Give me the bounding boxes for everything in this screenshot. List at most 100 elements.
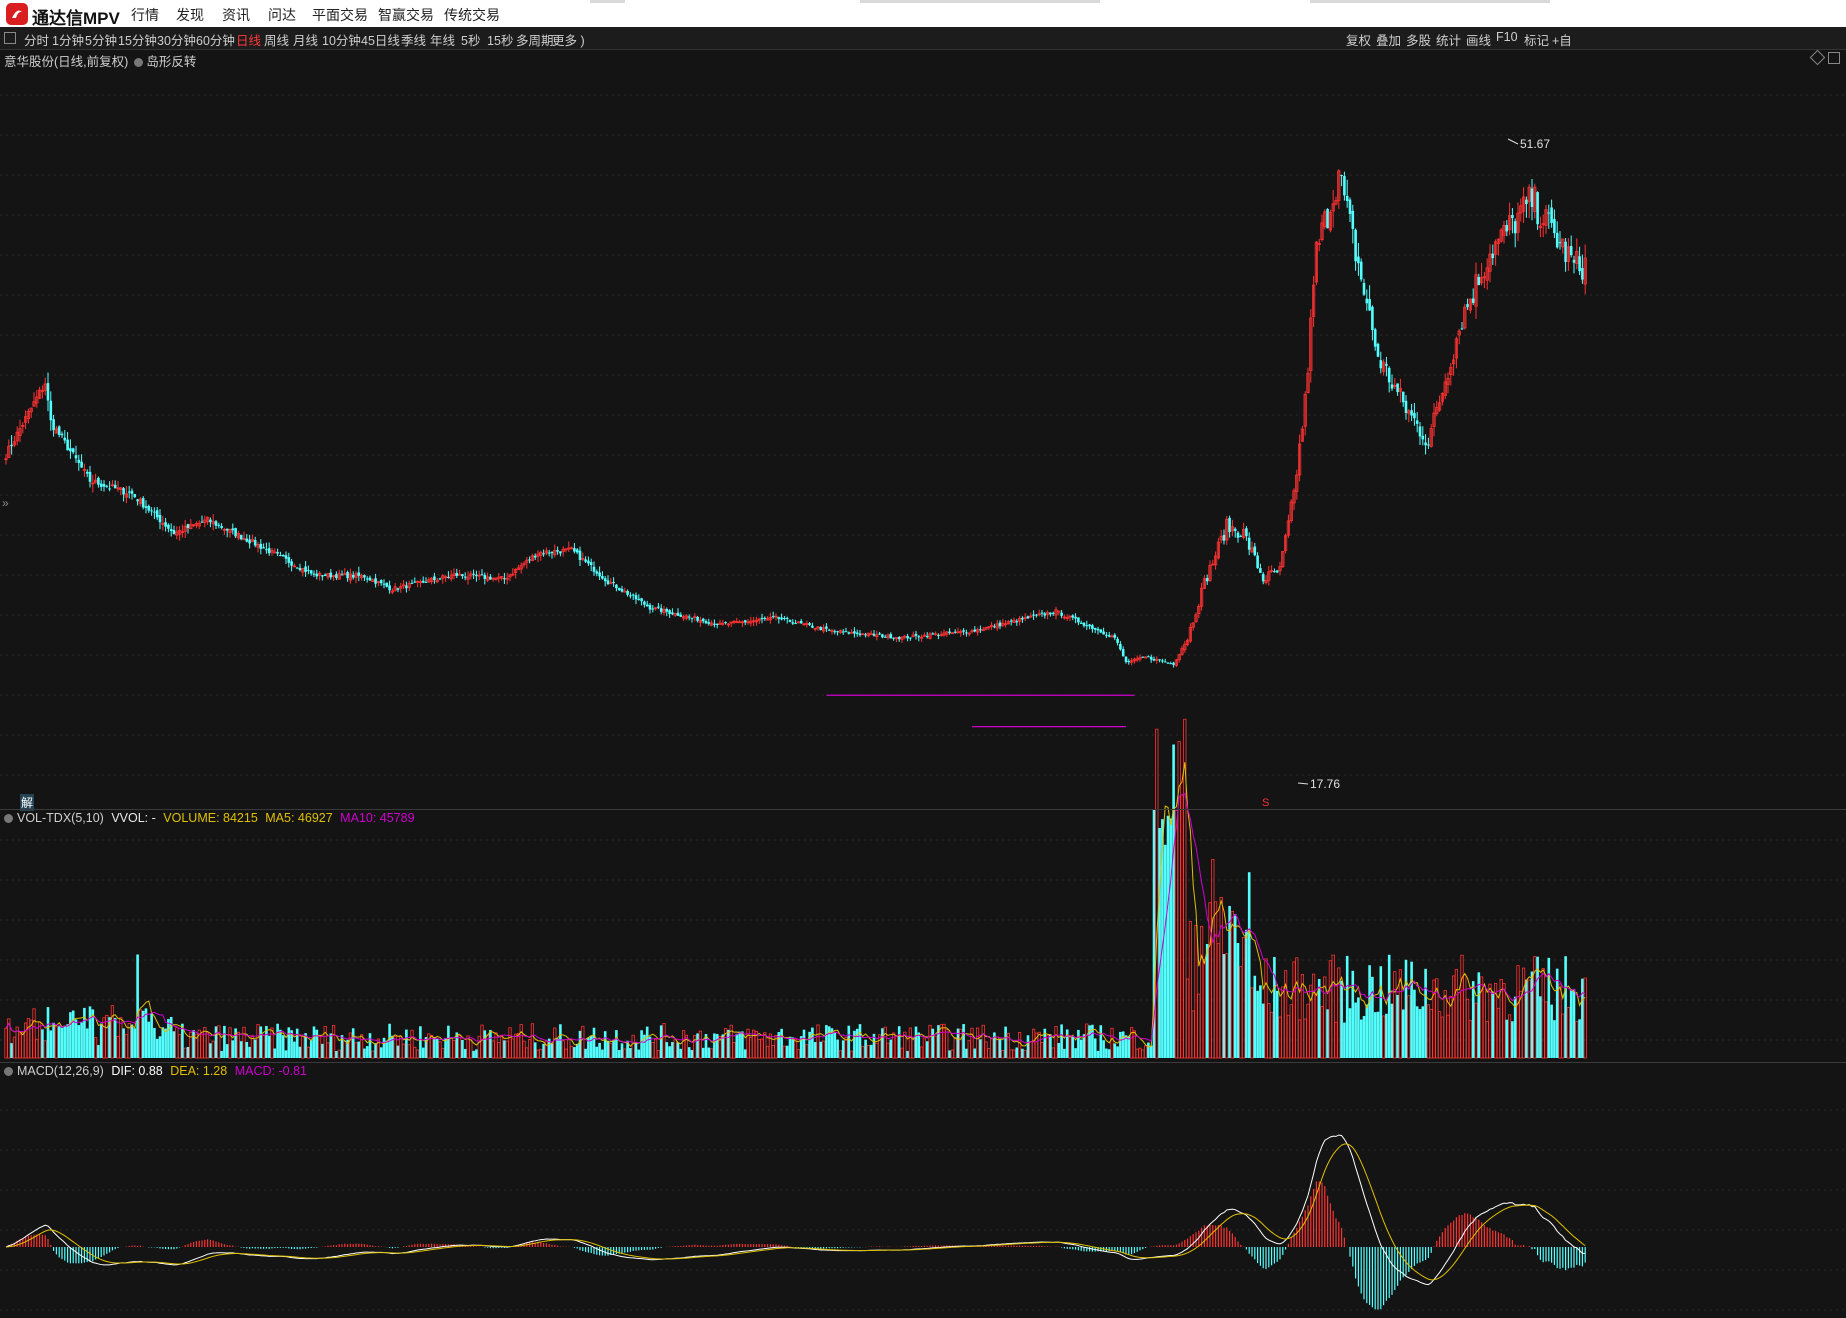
volume-bar bbox=[231, 1040, 235, 1058]
candle-body bbox=[321, 575, 324, 577]
volume-bar bbox=[1511, 1021, 1514, 1058]
volume-bar bbox=[673, 1039, 677, 1059]
vol-indicator-name[interactable]: VOL-TDX(5,10) bbox=[17, 811, 104, 825]
candle-body bbox=[421, 580, 425, 583]
volume-bar bbox=[1289, 1004, 1293, 1059]
volume-bar bbox=[514, 1033, 518, 1059]
candle-body bbox=[1233, 528, 1237, 531]
volume-bar bbox=[710, 1048, 714, 1059]
volume-bar bbox=[850, 1050, 854, 1059]
volume-bar bbox=[1452, 975, 1456, 1059]
volume-bar bbox=[253, 1039, 257, 1058]
volume-bar bbox=[1348, 1008, 1352, 1058]
volume-bar bbox=[23, 1022, 28, 1059]
candle-body bbox=[1581, 268, 1584, 280]
volume-bar bbox=[94, 1037, 98, 1059]
candle-body bbox=[209, 519, 212, 523]
candle-body bbox=[917, 636, 921, 638]
volume-bar bbox=[573, 1047, 576, 1058]
candle-body bbox=[1071, 615, 1075, 618]
candle-body bbox=[130, 490, 134, 494]
volume-bar bbox=[321, 1043, 324, 1058]
volume-bar bbox=[788, 1036, 792, 1058]
candle-body bbox=[931, 633, 935, 635]
volume-bar bbox=[917, 1032, 921, 1058]
volume-bar bbox=[144, 1008, 148, 1058]
candle-body bbox=[1555, 232, 1559, 248]
volume-bar bbox=[331, 1025, 336, 1059]
volume-bar bbox=[441, 1047, 445, 1059]
volume-bar bbox=[1149, 1045, 1153, 1058]
volume-bar bbox=[312, 1026, 316, 1058]
vol-ma5: MA5: 46927 bbox=[265, 811, 333, 825]
volume-bar bbox=[351, 1028, 355, 1058]
volume-bar bbox=[284, 1050, 288, 1058]
window-icon[interactable] bbox=[1828, 52, 1840, 64]
volume-bar bbox=[1093, 1038, 1097, 1058]
volume-bar bbox=[1141, 1049, 1145, 1059]
volume-bar bbox=[147, 1021, 151, 1058]
volume-bar bbox=[945, 1029, 949, 1059]
chart-canvas[interactable] bbox=[0, 0, 1846, 1318]
volume-bar bbox=[1273, 957, 1276, 1058]
volume-bar bbox=[707, 1047, 711, 1058]
candle-body bbox=[1261, 574, 1265, 582]
volume-bar bbox=[1340, 980, 1343, 1058]
volume-bar bbox=[1054, 1026, 1058, 1059]
candle-body bbox=[1172, 662, 1175, 665]
volume-bar bbox=[122, 1028, 125, 1058]
candle-body bbox=[1345, 195, 1349, 201]
volume-bar bbox=[1482, 986, 1486, 1059]
macd-legend-toggle-icon[interactable] bbox=[4, 1067, 13, 1076]
volume-bar bbox=[519, 1024, 523, 1059]
candle-body bbox=[1239, 535, 1243, 537]
candle-body bbox=[528, 559, 531, 561]
volume-bar bbox=[522, 1040, 526, 1059]
candle-body bbox=[1222, 534, 1226, 541]
candle-body bbox=[897, 636, 901, 640]
volume-bar bbox=[1236, 942, 1240, 1058]
candle-body bbox=[1236, 532, 1240, 538]
volume-bar bbox=[200, 1033, 204, 1059]
volume-bar bbox=[463, 1048, 467, 1058]
volume-bar bbox=[287, 1027, 291, 1058]
macd-indicator-name[interactable]: MACD(12,26,9) bbox=[17, 1064, 104, 1078]
volume-bar bbox=[811, 1027, 814, 1058]
volume-bar bbox=[475, 1049, 478, 1058]
volume-bar bbox=[1295, 957, 1299, 1059]
candle-body bbox=[340, 574, 344, 576]
candle-body bbox=[1026, 616, 1030, 619]
volume-bar bbox=[1163, 844, 1167, 1058]
volume-bar bbox=[965, 1048, 968, 1058]
candle-body bbox=[1158, 659, 1161, 661]
volume-bar bbox=[906, 1050, 909, 1058]
candle-body bbox=[262, 547, 265, 549]
volume-bar bbox=[205, 1031, 210, 1059]
volume-bar bbox=[469, 1039, 473, 1059]
candle-body bbox=[648, 604, 652, 610]
candle-body bbox=[480, 574, 484, 576]
volume-bar bbox=[553, 1027, 557, 1059]
volume-legend-toggle-icon[interactable] bbox=[4, 814, 13, 823]
volume-bar bbox=[979, 1039, 982, 1058]
volume-bar bbox=[1312, 973, 1316, 1059]
volume-bar bbox=[1564, 956, 1567, 1058]
candle-body bbox=[1365, 298, 1369, 304]
volume-bar bbox=[452, 1040, 456, 1059]
candle-body bbox=[63, 437, 67, 441]
candle-body bbox=[651, 608, 655, 610]
volume-bar bbox=[472, 1050, 475, 1058]
candle-body bbox=[424, 581, 428, 583]
candle-body bbox=[637, 598, 641, 600]
candle-body bbox=[1401, 391, 1405, 403]
collapse-arrow-icon[interactable]: » bbox=[2, 496, 9, 510]
volume-bar bbox=[1365, 1004, 1369, 1058]
candle-body bbox=[433, 576, 436, 581]
candle-body bbox=[1390, 384, 1394, 389]
candle-body bbox=[629, 595, 632, 597]
volume-bar bbox=[354, 1042, 358, 1059]
volume-bar bbox=[838, 1050, 843, 1059]
volume-bar bbox=[183, 1047, 187, 1059]
volume-bar bbox=[998, 1038, 1002, 1058]
volume-bar bbox=[1468, 1020, 1472, 1059]
